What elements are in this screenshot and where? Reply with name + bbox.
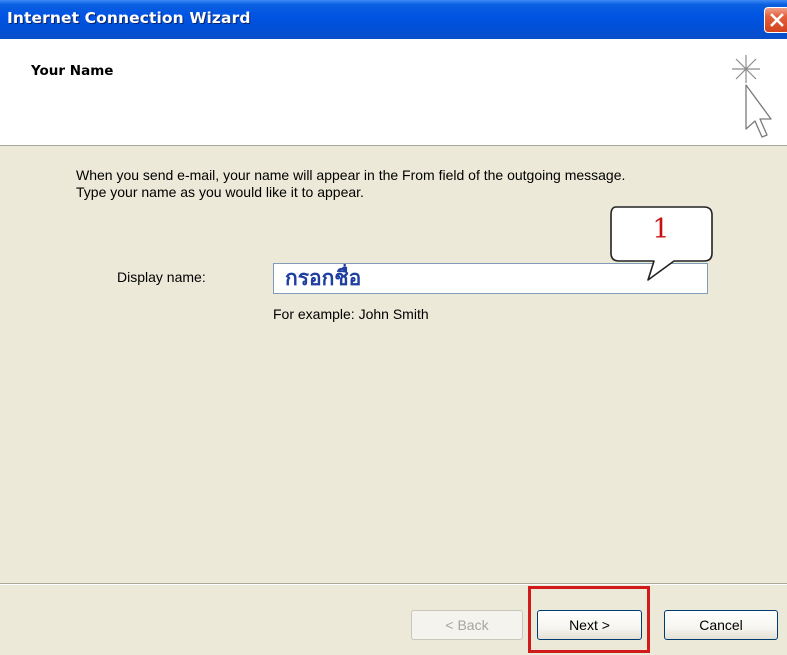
wizard-cursor-icon bbox=[732, 55, 772, 138]
page-title: Your Name bbox=[31, 63, 114, 79]
callout-number: 1 bbox=[652, 214, 670, 245]
back-button[interactable]: < Back bbox=[411, 610, 523, 640]
cancel-button[interactable]: Cancel bbox=[664, 610, 778, 640]
description: When you send e-mail, your name will app… bbox=[76, 167, 766, 201]
example-hint: For example: John Smith bbox=[273, 306, 429, 322]
next-button[interactable]: Next > bbox=[537, 610, 642, 640]
display-name-label: Display name: bbox=[117, 269, 206, 285]
close-button[interactable] bbox=[764, 7, 787, 33]
footer-divider bbox=[0, 583, 787, 585]
title-bar[interactable]: Internet Connection Wizard bbox=[0, 0, 787, 39]
close-icon bbox=[770, 13, 784, 27]
description-line-1: When you send e-mail, your name will app… bbox=[76, 167, 626, 183]
window-title: Internet Connection Wizard bbox=[7, 9, 251, 27]
description-line-2: Type your name as you would like it to a… bbox=[76, 184, 364, 200]
wizard-header: Your Name bbox=[0, 39, 787, 146]
wizard-window: Internet Connection Wizard Your Name Whe… bbox=[0, 0, 787, 655]
